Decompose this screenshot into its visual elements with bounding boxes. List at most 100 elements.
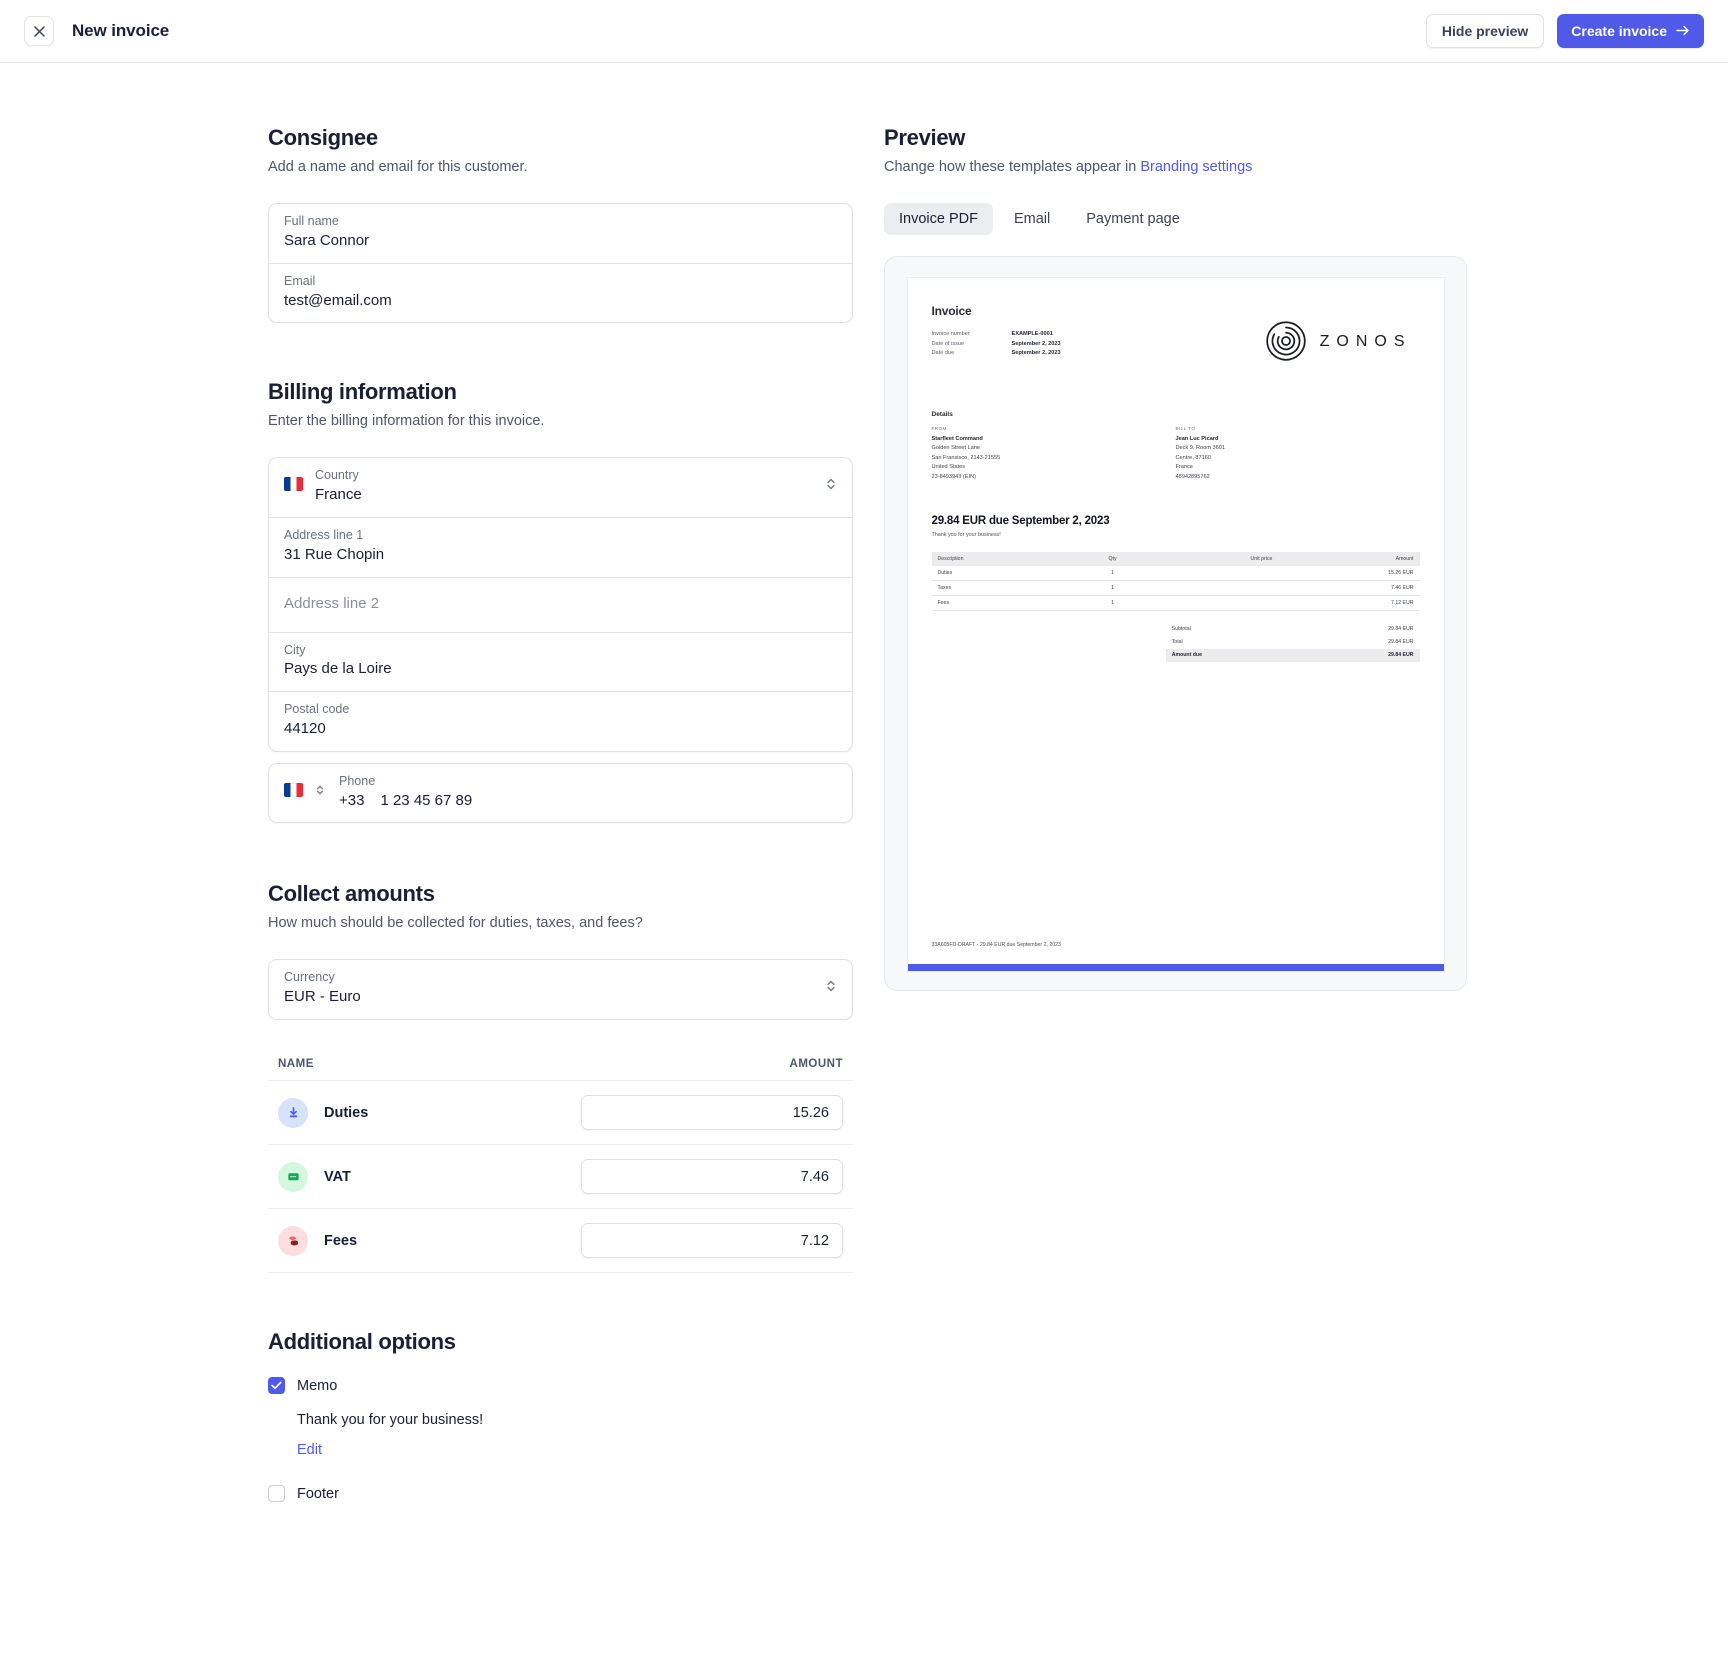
branding-settings-link[interactable]: Branding settings <box>1140 159 1252 175</box>
invoice-from-block: FROM Starfleet Command Golden Street Lan… <box>932 426 1176 483</box>
billto-line: Centre, 87160 <box>1175 454 1211 461</box>
invoice-doc-footer: 33A605FD-DRAFT - 29.84 EUR due September… <box>931 942 1061 948</box>
subtotal-value: 29.84 EUR <box>1388 626 1414 633</box>
billing-fields: Country France Address line 1 31 Rue Cho… <box>268 457 853 752</box>
memo-edit-link[interactable]: Edit <box>297 1442 322 1458</box>
invoice-meta-row: Date of issue September 2, 2023 <box>932 341 1061 347</box>
additional-options-heading: Additional options <box>268 1329 456 1354</box>
tab-invoice-pdf[interactable]: Invoice PDF <box>884 203 993 235</box>
footer-label: Footer <box>297 1485 339 1502</box>
invoice-amount-due-line: 29.84 EUR due September 2, 2023 <box>931 515 1110 528</box>
totals-row-total: Total 29.84 EUR <box>1166 636 1420 649</box>
amount-input-duties[interactable] <box>581 1095 843 1130</box>
collect-amounts-subtitle: How much should be collected for duties,… <box>268 915 643 932</box>
currency-label: Currency <box>284 970 335 985</box>
table-row: Duties 1 15.26 EUR <box>931 566 1420 582</box>
address-line-1-value: 31 Rue Chopin <box>284 545 385 563</box>
form-column: Consignee Add a name and email for this … <box>268 125 853 1502</box>
postal-code-field[interactable]: Postal code 44120 <box>268 692 853 752</box>
coins-stack-icon <box>278 1225 308 1256</box>
country-value: France <box>315 486 362 504</box>
row-label-duties: Duties <box>324 1104 369 1121</box>
invoice-details-heading: Details <box>931 411 953 418</box>
invoice-accent-bar <box>907 964 1444 971</box>
footer-checkbox[interactable] <box>268 1485 285 1502</box>
header-description: Description <box>931 552 1075 567</box>
page-body: Consignee Add a name and email for this … <box>0 63 1728 1502</box>
from-heading: FROM <box>931 426 947 431</box>
invoice-header-left: Invoice Invoice number EXAMPLE-0001 Date… <box>932 304 1061 360</box>
country-select[interactable]: Country France <box>268 457 853 518</box>
close-icon <box>33 25 45 37</box>
address-line-2-field[interactable]: Address line 2 <box>268 577 853 633</box>
email-value: test@email.com <box>284 291 392 309</box>
preview-heading: Preview <box>884 125 966 150</box>
from-line: United States <box>931 464 966 471</box>
header-amount: Amount <box>1278 552 1420 567</box>
invoice-document: Invoice Invoice number EXAMPLE-0001 Date… <box>906 277 1445 972</box>
email-field[interactable]: Email test@email.com <box>268 263 853 324</box>
tab-email[interactable]: Email <box>999 203 1065 235</box>
create-invoice-button[interactable]: Create invoice <box>1557 14 1704 48</box>
table-row: Duties <box>268 1081 853 1145</box>
invoice-parties: FROM Starfleet Command Golden Street Lan… <box>932 426 1420 483</box>
collect-amounts-heading: Collect amounts <box>268 881 435 907</box>
amount-due-value: 29.84 EUR <box>1388 652 1414 659</box>
currency-select[interactable]: Currency EUR - Euro <box>268 959 853 1020</box>
footer-checkbox-row[interactable]: Footer <box>268 1485 853 1502</box>
invoice-meta: Invoice number EXAMPLE-0001 Date of issu… <box>932 331 1061 356</box>
cell-amount: 15.26 EUR <box>1278 566 1420 582</box>
row-label-fees: Fees <box>324 1232 358 1249</box>
cell-amount: 7.12 EUR <box>1278 595 1420 612</box>
invoice-line-items-table: Description Qty Unit price Amount Duties… <box>931 552 1420 612</box>
cell-qty: 1 <box>1074 595 1151 612</box>
flag-france-icon <box>284 477 303 496</box>
phone-country-chevron-icon[interactable] <box>315 783 325 802</box>
full-name-value: Sara Connor <box>284 231 370 249</box>
billing-section: Billing information Enter the billing in… <box>268 379 853 824</box>
invoice-number-label: Invoice number <box>931 331 970 337</box>
city-field[interactable]: City Pays de la Loire <box>268 632 853 693</box>
amount-input-vat[interactable] <box>581 1159 843 1194</box>
consignee-heading: Consignee <box>268 125 378 150</box>
receipt-card-icon <box>278 1161 308 1192</box>
top-bar-actions: Hide preview Create invoice <box>1425 14 1704 48</box>
additional-options-section: Additional options Memo Thank you for yo… <box>268 1329 853 1502</box>
chevron-updown-icon <box>825 476 837 497</box>
address-line-1-field[interactable]: Address line 1 31 Rue Chopin <box>268 517 853 578</box>
close-button[interactable] <box>24 16 54 46</box>
phone-field[interactable]: Phone +33 1 23 45 67 89 <box>268 762 853 824</box>
preview-frame: Invoice Invoice number EXAMPLE-0001 Date… <box>884 256 1467 991</box>
subtotal-label: Subtotal <box>1171 626 1191 633</box>
amount-input-fees[interactable] <box>581 1223 843 1258</box>
consignee-section: Consignee Add a name and email for this … <box>268 125 853 324</box>
header-qty: Qty <box>1074 552 1151 567</box>
invoice-totals: Subtotal 29.84 EUR Total 29.84 EUR Amoun… <box>1165 622 1420 663</box>
invoice-doc-title: Invoice <box>931 304 972 318</box>
hide-preview-button[interactable]: Hide preview <box>1425 14 1545 48</box>
phone-prefix: +33 <box>339 791 365 809</box>
full-name-field[interactable]: Full name Sara Connor <box>268 203 853 264</box>
full-name-label: Full name <box>284 214 339 228</box>
amounts-table: Name Amount Duties VAT <box>268 1058 853 1273</box>
memo-checkbox[interactable] <box>268 1377 285 1394</box>
brand-logo: ZONOS <box>1265 320 1412 364</box>
memo-checkbox-row[interactable]: Memo <box>268 1377 853 1394</box>
totals-row-subtotal: Subtotal 29.84 EUR <box>1166 622 1420 635</box>
city-value: Pays de la Loire <box>284 660 392 678</box>
amount-due-label: Amount due <box>1171 652 1202 659</box>
chevron-updown-icon <box>825 978 837 999</box>
city-label: City <box>284 642 306 657</box>
billto-line: France <box>1175 464 1193 471</box>
collect-amounts-section: Collect amounts How much should be colle… <box>268 881 853 1273</box>
address-line-2-placeholder: Address line 2 <box>284 594 380 612</box>
invoice-number-value: EXAMPLE-0001 <box>1011 331 1053 337</box>
date-of-issue-value: September 2, 2023 <box>1011 340 1061 347</box>
consignee-fields: Full name Sara Connor Email test@email.c… <box>268 203 853 324</box>
currency-value: EUR - Euro <box>284 988 361 1006</box>
total-label: Total <box>1171 639 1183 646</box>
tab-payment-page[interactable]: Payment page <box>1071 203 1195 235</box>
cell-unit-price <box>1150 580 1279 597</box>
total-value: 29.84 EUR <box>1388 639 1414 646</box>
cell-amount: 7.46 EUR <box>1278 580 1420 597</box>
